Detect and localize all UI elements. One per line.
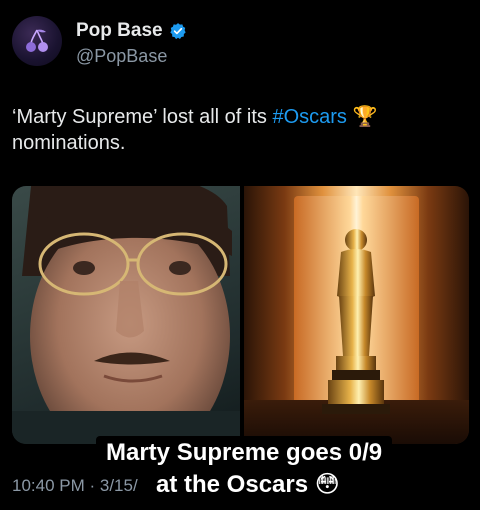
oscar-statuette-photo[interactable] (244, 186, 469, 444)
trophy-emoji: 🏆 (352, 106, 378, 128)
cherries-logo-icon (26, 29, 48, 52)
caption-line-2: at the Oscars 😳 (146, 468, 350, 502)
avatar[interactable] (12, 16, 62, 66)
caption-line-1: Marty Supreme goes 0/9 (96, 436, 393, 470)
oscar-statuette-icon (322, 229, 390, 414)
author-name-row[interactable]: Pop Base (76, 20, 187, 42)
tweet-text-before: ‘Marty Supreme’ lost all of its (12, 106, 273, 128)
author-handle[interactable]: @PopBase (76, 46, 167, 67)
tweet-text: ‘Marty Supreme’ lost all of its #Oscars … (12, 104, 468, 156)
verified-badge-icon (169, 23, 186, 40)
display-name[interactable]: Pop Base (76, 20, 163, 42)
caption-overlay: Marty Supreme goes 0/9 at the Oscars 😳 (0, 436, 480, 510)
portrait-illustration (12, 186, 240, 444)
timestamp[interactable]: 10:40 PM · 3/15/ (12, 476, 138, 496)
hashtag-link[interactable]: #Oscars (272, 106, 346, 128)
portrait-photo[interactable] (12, 186, 240, 444)
tweet-text-after: nominations. (12, 132, 126, 154)
media-grid[interactable] (12, 186, 469, 444)
